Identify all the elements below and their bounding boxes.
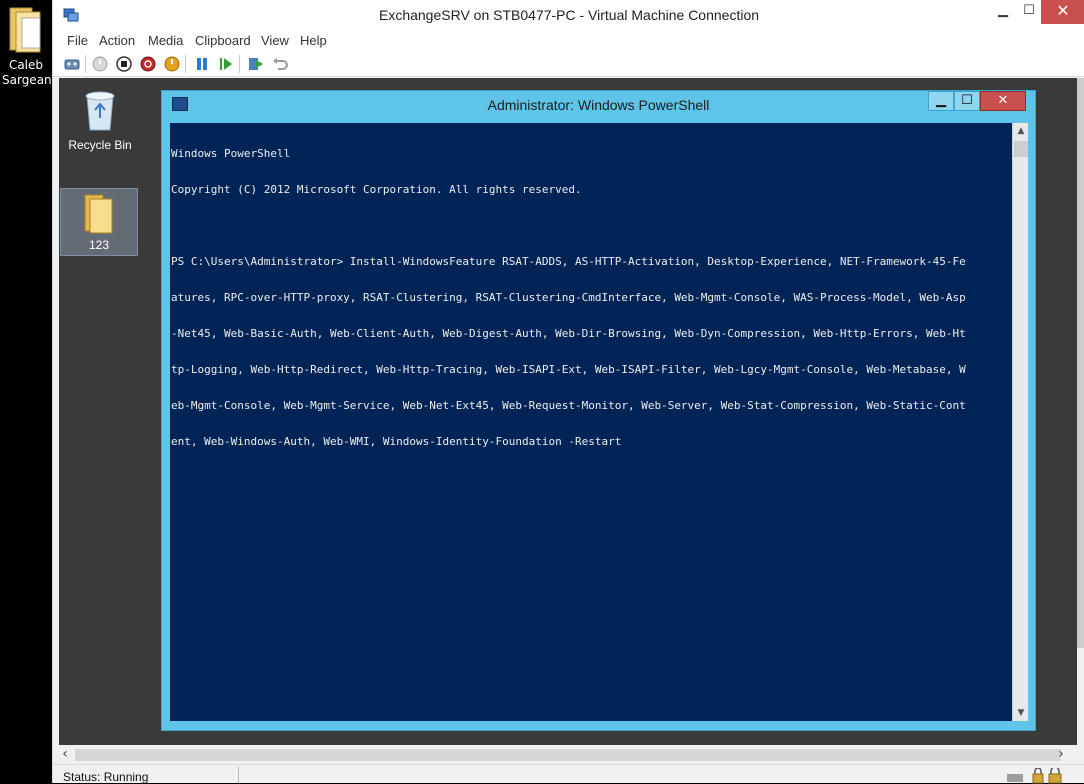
shutdown-icon[interactable] xyxy=(139,55,157,73)
console-line: Windows PowerShell xyxy=(171,147,291,160)
host-desktop-folder[interactable]: Caleb Sargeant xyxy=(2,2,57,88)
window-title: ExchangeSRV on STB0477-PC - Virtual Mach… xyxy=(378,7,760,23)
folder-icon xyxy=(9,7,41,53)
toolbar-separator xyxy=(239,55,240,73)
checkpoint-icon[interactable] xyxy=(247,55,265,73)
recycle-bin-icon xyxy=(85,91,115,131)
scroll-up-icon[interactable]: ▲ xyxy=(1013,123,1029,139)
minimize-button[interactable]: ▁ xyxy=(989,0,1017,24)
pause-icon[interactable] xyxy=(193,55,211,73)
vm-horizontal-scroll-thumb[interactable] xyxy=(75,749,1061,761)
folder-123[interactable]: 123 xyxy=(60,188,138,256)
scroll-right-icon[interactable]: › xyxy=(1053,746,1069,764)
recycle-bin[interactable]: Recycle Bin xyxy=(67,84,133,152)
status-bar: Status: Running xyxy=(53,764,1084,784)
host-folder-label-line2: Sargeant xyxy=(2,73,57,87)
vm-connection-window: ExchangeSRV on STB0477-PC - Virtual Mach… xyxy=(52,0,1084,784)
close-button[interactable]: ✕ xyxy=(1041,0,1084,24)
console-line: PS C:\Users\Administrator> Install-Windo… xyxy=(171,255,966,268)
vm-vertical-scrollbar[interactable] xyxy=(1077,78,1084,745)
keyboard-icon xyxy=(1007,774,1023,782)
toolbar-separator xyxy=(85,55,86,73)
toolbar-separator xyxy=(185,55,186,73)
menu-clipboard[interactable]: Clipboard xyxy=(195,33,251,48)
ctrl-alt-del-icon[interactable] xyxy=(63,55,81,73)
menu-bar: File Action Media Clipboard View Help xyxy=(53,31,1084,51)
turn-off-icon[interactable] xyxy=(115,55,133,73)
recycle-bin-label: Recycle Bin xyxy=(68,138,132,152)
status-tray-icons xyxy=(1007,768,1062,784)
console-line: -Net45, Web-Basic-Auth, Web-Client-Auth,… xyxy=(171,327,966,340)
menu-help[interactable]: Help xyxy=(300,33,327,48)
folder-label: 123 xyxy=(88,238,110,252)
host-folder-label-line1: Caleb xyxy=(8,58,44,72)
menu-file[interactable]: File xyxy=(67,33,88,48)
vm-vertical-scroll-thumb[interactable] xyxy=(1077,78,1084,648)
toolbar xyxy=(53,51,1084,77)
status-text: Status: Running xyxy=(63,770,149,784)
revert-icon[interactable] xyxy=(271,55,289,73)
start-icon[interactable] xyxy=(91,55,109,73)
console-line: ent, Web-Windows-Auth, Web-WMI, Windows-… xyxy=(171,435,622,448)
console-output[interactable]: Windows PowerShell Copyright (C) 2012 Mi… xyxy=(170,123,1012,721)
powershell-title: Administrator: Windows PowerShell xyxy=(487,97,710,113)
menu-action[interactable]: Action xyxy=(99,33,135,48)
powershell-window: Administrator: Windows PowerShell ▁ ☐ ✕ … xyxy=(161,90,1036,731)
title-bar[interactable]: ExchangeSRV on STB0477-PC - Virtual Mach… xyxy=(53,0,1084,31)
host-desktop: Caleb Sargeant xyxy=(0,0,57,783)
guest-screen[interactable]: Recycle Bin 123 Administrator: Windows P… xyxy=(59,78,1077,745)
console-line: atures, RPC-over-HTTP-proxy, RSAT-Cluste… xyxy=(171,291,966,304)
resume-icon[interactable] xyxy=(217,55,235,73)
console-line: Copyright (C) 2012 Microsoft Corporation… xyxy=(171,183,582,196)
save-icon[interactable] xyxy=(163,55,181,73)
console-scroll-thumb[interactable] xyxy=(1014,141,1028,157)
folder-icon xyxy=(84,194,113,234)
console-scrollbar[interactable]: ▲ ▼ xyxy=(1012,123,1028,721)
maximize-button[interactable]: ☐ xyxy=(1015,0,1043,24)
status-separator xyxy=(238,767,239,783)
scroll-down-icon[interactable]: ▼ xyxy=(1013,705,1029,721)
scroll-left-icon[interactable]: ‹ xyxy=(57,746,73,764)
menu-view[interactable]: View xyxy=(261,33,289,48)
ps-close-button[interactable]: ✕ xyxy=(980,91,1026,111)
console-line: eb-Mgmt-Console, Web-Mgmt-Service, Web-N… xyxy=(171,399,966,412)
menu-media[interactable]: Media xyxy=(148,33,183,48)
vm-horizontal-scrollbar[interactable]: ‹ › xyxy=(53,746,1084,764)
ps-minimize-button[interactable]: ▁ xyxy=(928,91,954,111)
console-line: tp-Logging, Web-Http-Redirect, Web-Http-… xyxy=(171,363,966,376)
ps-maximize-button[interactable]: ☐ xyxy=(954,91,980,111)
